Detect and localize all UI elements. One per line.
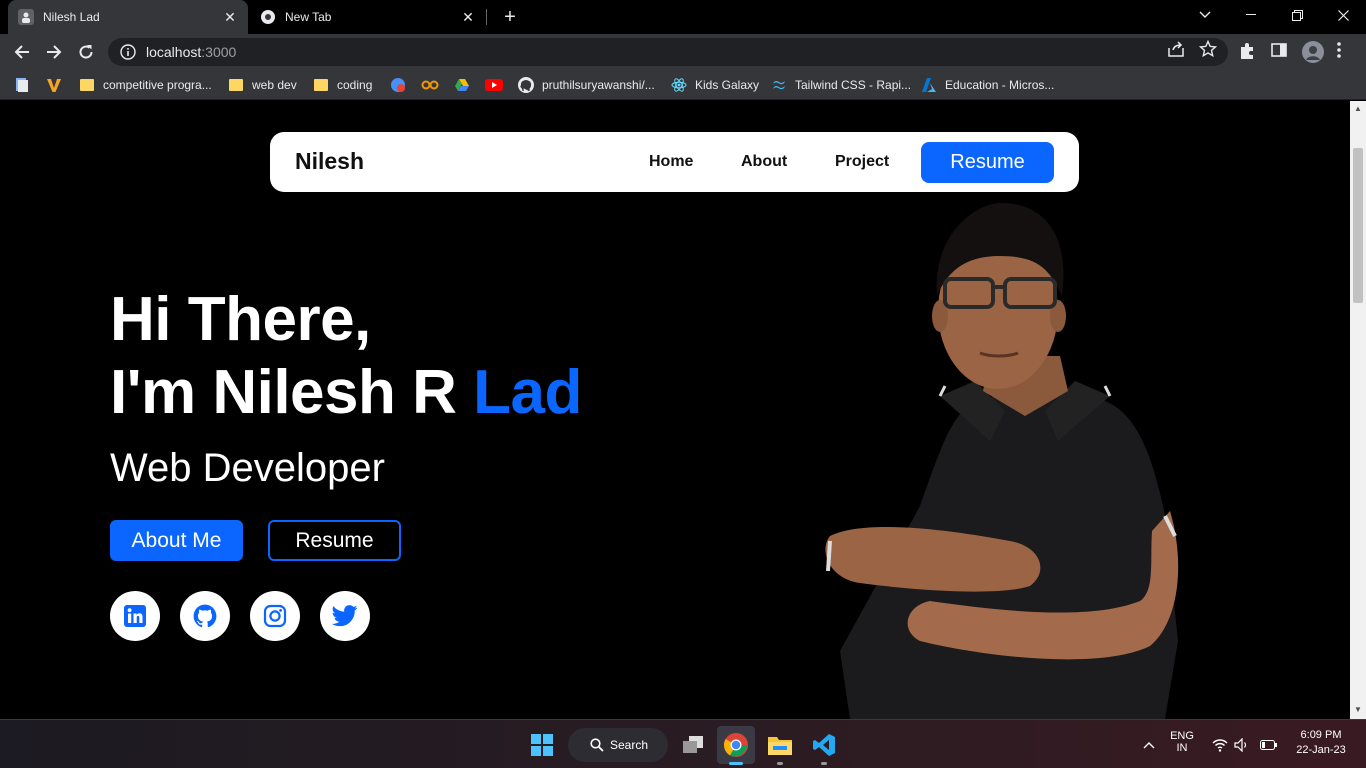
new-tab-plus-icon[interactable]: +	[499, 6, 521, 28]
site-favicon-icon	[18, 9, 34, 25]
address-bar[interactable]: localhost:3000	[108, 38, 1228, 66]
bookmark-folder-competitive[interactable]: competitive progra...	[80, 76, 212, 94]
url-text: localhost:3000	[146, 44, 237, 60]
tab-close-icon[interactable]: ✕	[222, 9, 238, 25]
battery-icon[interactable]	[1258, 726, 1280, 764]
extensions-puzzle-icon[interactable]	[1238, 42, 1258, 62]
github-icon	[193, 604, 217, 628]
bookmarks-bar: competitive progra... web dev coding pru…	[0, 70, 1366, 100]
bookmark-tailwind[interactable]: Tailwind CSS - Rapi...	[771, 76, 911, 94]
bookmark-google-drive-icon[interactable]	[454, 76, 470, 94]
nav-about-link[interactable]: About	[741, 153, 787, 171]
twitter-icon	[332, 605, 358, 627]
tab-search-chevron-icon[interactable]	[1182, 0, 1228, 30]
tab-title: New Tab	[285, 10, 332, 24]
nav-project-link[interactable]: Project	[835, 153, 889, 171]
chrome-taskbar-icon[interactable]	[717, 726, 755, 765]
wifi-icon[interactable]	[1210, 726, 1230, 764]
tailwind-icon	[773, 80, 785, 90]
site-info-icon[interactable]	[120, 44, 136, 60]
vscode-icon[interactable]	[805, 726, 843, 765]
profile-portrait	[825, 202, 1179, 719]
chrome-menu-icon[interactable]	[1337, 42, 1357, 62]
hero-greeting: Hi There,	[110, 285, 371, 354]
instagram-icon	[263, 604, 287, 628]
github-icon	[518, 77, 534, 93]
scroll-up-arrow-icon[interactable]: ▲	[1353, 104, 1363, 114]
taskbar-search[interactable]: Search	[568, 728, 668, 762]
scroll-down-arrow-icon[interactable]: ▼	[1353, 705, 1363, 715]
minimize-icon[interactable]	[1228, 0, 1274, 30]
folder-icon	[314, 79, 328, 91]
apps-icon[interactable]	[14, 76, 30, 94]
browser-toolbar: localhost:3000	[0, 34, 1366, 70]
windows-taskbar: Search ENG IN 6:09 PM 22-Jan-23	[0, 719, 1366, 768]
chrome-icon	[260, 9, 276, 25]
twitter-link[interactable]	[320, 591, 370, 641]
bookmark-youtube-icon[interactable]	[485, 76, 503, 94]
bookmark-kids-galaxy[interactable]: Kids Galaxy	[671, 76, 759, 94]
page-scrollbar[interactable]: ▲ ▼	[1350, 101, 1366, 719]
tab-close-icon[interactable]: ✕	[460, 9, 476, 25]
resume-button[interactable]: Resume	[268, 520, 401, 561]
bookmark-star-icon[interactable]	[1198, 39, 1218, 58]
folder-icon	[80, 79, 94, 91]
search-icon	[590, 738, 604, 752]
linkedin-link[interactable]	[110, 591, 160, 641]
profile-avatar[interactable]	[1302, 41, 1324, 63]
nav-resume-button[interactable]: Resume	[921, 142, 1054, 183]
volume-icon[interactable]	[1232, 726, 1252, 764]
browser-tab-strip: Nilesh Lad ✕ New Tab ✕ +	[0, 0, 1366, 34]
bookmark-chrome-extension-icon[interactable]	[390, 76, 406, 94]
hero-intro: I'm Nilesh R Lad	[110, 358, 582, 427]
tab-title: Nilesh Lad	[43, 10, 100, 24]
task-view-icon[interactable]	[674, 726, 712, 764]
site-navbar: Nilesh Home About Project Resume	[270, 132, 1079, 192]
nav-home-link[interactable]: Home	[649, 153, 693, 171]
portfolio-page: Nilesh Home About Project Resume Hi Ther…	[0, 101, 1350, 719]
scroll-thumb[interactable]	[1353, 148, 1363, 303]
bookmark-infinity-icon[interactable]	[421, 76, 439, 94]
bookmark-github-pruthil[interactable]: pruthilsuryawanshi/...	[518, 76, 655, 94]
github-link[interactable]	[180, 591, 230, 641]
close-window-icon[interactable]	[1320, 0, 1366, 30]
bookmark-folder-web-dev[interactable]: web dev	[229, 76, 297, 94]
azure-icon	[922, 78, 936, 92]
bookmark-v-logo-icon[interactable]	[46, 76, 62, 94]
windows-start-icon[interactable]	[523, 726, 561, 764]
bookmark-folder-coding[interactable]: coding	[314, 76, 372, 94]
file-explorer-icon[interactable]	[761, 726, 799, 765]
tab-nilesh-lad[interactable]: Nilesh Lad ✕	[8, 0, 248, 34]
forward-arrow-icon[interactable]	[41, 39, 67, 65]
tray-overflow-chevron-icon[interactable]	[1138, 726, 1160, 764]
tab-divider	[486, 9, 487, 25]
hero-role: Web Developer	[110, 446, 385, 490]
share-icon[interactable]	[1167, 40, 1185, 58]
tab-new-tab[interactable]: New Tab ✕	[250, 0, 486, 34]
folder-icon	[229, 79, 243, 91]
restore-icon[interactable]	[1274, 0, 1320, 30]
bookmark-education-microsoft[interactable]: Education - Micros...	[921, 76, 1054, 94]
side-panel-icon[interactable]	[1271, 42, 1291, 62]
about-me-button[interactable]: About Me	[110, 520, 243, 561]
react-atom-icon	[671, 78, 687, 92]
site-brand[interactable]: Nilesh	[295, 148, 364, 175]
back-arrow-icon[interactable]	[9, 39, 35, 65]
language-indicator[interactable]: ENG IN	[1166, 730, 1198, 754]
linkedin-icon	[124, 605, 146, 627]
hero-intro-accent: Lad	[473, 358, 582, 427]
instagram-link[interactable]	[250, 591, 300, 641]
clock[interactable]: 6:09 PM 22-Jan-23	[1286, 729, 1356, 756]
reload-icon[interactable]	[73, 39, 99, 65]
